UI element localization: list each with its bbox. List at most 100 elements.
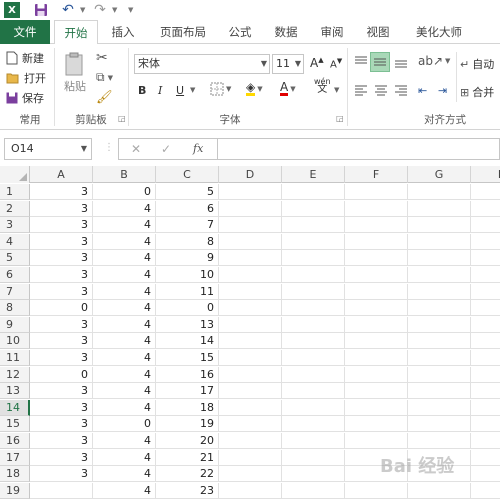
row-header[interactable]: 15 <box>0 416 30 433</box>
cell-f4[interactable] <box>345 233 408 250</box>
font-size-select[interactable]: 11 ▼ <box>272 54 304 74</box>
cell-g18[interactable] <box>408 466 471 483</box>
cell-g2[interactable] <box>408 200 471 217</box>
cell-d7[interactable] <box>219 283 282 300</box>
cell-c2[interactable]: 6 <box>156 200 219 217</box>
cell-f7[interactable] <box>345 283 408 300</box>
cell-h7[interactable] <box>471 284 500 300</box>
cell-f5[interactable] <box>345 250 408 267</box>
phonetic-dropdown-icon[interactable]: ▼ <box>334 86 339 94</box>
formula-bar-drag-icon[interactable]: ⋮ <box>104 142 114 153</box>
orientation-button[interactable]: ab↗ ▼ <box>418 54 450 68</box>
enter-icon[interactable]: ✓ <box>161 142 171 156</box>
clipboard-launcher-icon[interactable]: ◲ <box>118 114 126 123</box>
cell-b11[interactable]: 4 <box>93 350 156 366</box>
font-launcher-icon[interactable]: ◲ <box>336 114 344 123</box>
cell-a4[interactable]: 3 <box>30 233 93 250</box>
decrease-indent-button[interactable]: ⇤ <box>418 84 427 97</box>
cell-e19[interactable] <box>282 482 345 499</box>
cell-f18[interactable] <box>345 466 408 483</box>
cell-f19[interactable] <box>345 482 408 499</box>
cell-g19[interactable] <box>408 482 471 499</box>
cell-c7[interactable]: 11 <box>156 283 219 300</box>
cell-g7[interactable] <box>408 283 471 300</box>
underline-button[interactable]: U <box>176 84 184 97</box>
cell-h14[interactable] <box>471 400 500 416</box>
cell-d14[interactable] <box>219 399 282 416</box>
cell-g11[interactable] <box>408 350 471 366</box>
cell-f11[interactable] <box>345 350 408 366</box>
cell-e3[interactable] <box>282 217 345 234</box>
cut-button[interactable]: ✂ <box>96 50 108 66</box>
cell-h19[interactable] <box>471 483 500 499</box>
cell-g13[interactable] <box>408 383 471 400</box>
cell-h9[interactable] <box>471 317 500 333</box>
select-all-button[interactable] <box>0 166 30 183</box>
cell-c11[interactable]: 15 <box>156 350 219 366</box>
cell-a10[interactable]: 3 <box>30 333 93 350</box>
cell-d5[interactable] <box>219 250 282 267</box>
increase-indent-button[interactable]: ⇥ <box>438 84 447 97</box>
cell-e6[interactable] <box>282 267 345 283</box>
undo-dropdown-icon[interactable]: ▼ <box>80 6 85 14</box>
cell-d1[interactable] <box>219 184 282 200</box>
tab-review[interactable]: 审阅 <box>312 20 352 44</box>
cell-d17[interactable] <box>219 449 282 466</box>
row-header[interactable]: 9 <box>0 316 30 333</box>
cell-h15[interactable] <box>471 416 500 433</box>
column-header-f[interactable]: F <box>345 166 408 183</box>
cell-g4[interactable] <box>408 233 471 250</box>
cell-a7[interactable]: 3 <box>30 283 93 300</box>
cell-c1[interactable]: 5 <box>156 184 219 200</box>
cell-d18[interactable] <box>219 466 282 483</box>
cell-e8[interactable] <box>282 300 345 317</box>
cell-e17[interactable] <box>282 449 345 466</box>
cell-d12[interactable] <box>219 366 282 383</box>
align-left-button[interactable] <box>354 84 368 96</box>
cell-b16[interactable]: 4 <box>93 433 156 449</box>
cell-h17[interactable] <box>471 450 500 466</box>
cell-b7[interactable]: 4 <box>93 283 156 300</box>
tab-file[interactable]: 文件 <box>0 20 50 44</box>
cell-b5[interactable]: 4 <box>93 250 156 267</box>
cell-c9[interactable]: 13 <box>156 316 219 333</box>
cell-a16[interactable]: 3 <box>30 433 93 449</box>
row-header[interactable]: 4 <box>0 233 30 250</box>
cell-a9[interactable]: 3 <box>30 316 93 333</box>
cell-d3[interactable] <box>219 217 282 234</box>
cell-c15[interactable]: 19 <box>156 416 219 433</box>
cell-g15[interactable] <box>408 416 471 433</box>
cell-d13[interactable] <box>219 383 282 400</box>
merge-center-button[interactable]: ⊞ 合并 <box>460 84 494 100</box>
cell-h16[interactable] <box>471 433 500 449</box>
cell-c16[interactable]: 20 <box>156 433 219 449</box>
cell-b2[interactable]: 4 <box>93 200 156 217</box>
cell-f6[interactable] <box>345 267 408 283</box>
column-header-c[interactable]: C <box>156 166 219 183</box>
cell-h6[interactable] <box>471 267 500 283</box>
format-painter-button[interactable]: 🖌 <box>96 90 113 105</box>
cell-g17[interactable] <box>408 449 471 466</box>
cell-h11[interactable] <box>471 350 500 366</box>
cell-e4[interactable] <box>282 233 345 250</box>
cell-a5[interactable]: 3 <box>30 250 93 267</box>
cell-h5[interactable] <box>471 250 500 267</box>
cell-c6[interactable]: 10 <box>156 267 219 283</box>
cell-b10[interactable]: 4 <box>93 333 156 350</box>
cell-b12[interactable]: 4 <box>93 366 156 383</box>
row-header[interactable]: 16 <box>0 433 30 449</box>
row-header[interactable]: 2 <box>0 200 30 217</box>
cell-e7[interactable] <box>282 283 345 300</box>
cell-c13[interactable]: 17 <box>156 383 219 400</box>
cell-b4[interactable]: 4 <box>93 233 156 250</box>
phonetic-guide-button[interactable]: wén 文 <box>314 78 331 95</box>
cell-e16[interactable] <box>282 433 345 449</box>
column-header-g[interactable]: G <box>408 166 471 183</box>
row-header[interactable]: 19 <box>0 482 30 499</box>
cell-d19[interactable] <box>219 482 282 499</box>
column-header-h[interactable]: H <box>471 166 500 183</box>
tab-beautify-master[interactable]: 美化大师 <box>406 20 472 44</box>
italic-button[interactable]: I <box>158 84 162 97</box>
redo-dropdown-icon[interactable]: ▼ <box>112 6 117 14</box>
cell-e11[interactable] <box>282 350 345 366</box>
